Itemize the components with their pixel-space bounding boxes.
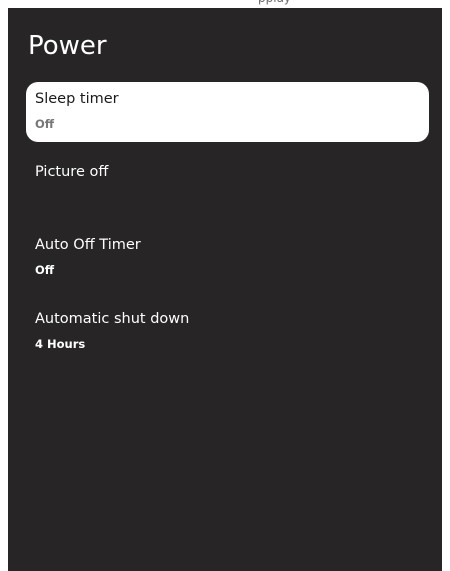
menu-item-sleep-timer[interactable]: Sleep timer Off <box>26 82 429 142</box>
menu-item-value: 4 Hours <box>35 337 86 351</box>
clipped-status-text: pplay <box>258 0 291 5</box>
menu-item-label: Sleep timer <box>35 91 119 107</box>
menu-item-automatic-shut-down[interactable]: Automatic shut down 4 Hours <box>26 302 429 358</box>
page-title: Power <box>28 31 107 61</box>
menu-item-label: Picture off <box>35 164 109 180</box>
top-status-strip: pplay <box>0 0 450 8</box>
menu-item-picture-off[interactable]: Picture off <box>26 155 429 199</box>
menu-item-value: Off <box>35 117 55 131</box>
menu-item-value: Off <box>35 263 55 277</box>
menu-item-label: Auto Off Timer <box>35 237 141 253</box>
menu-item-auto-off-timer[interactable]: Auto Off Timer Off <box>26 228 429 284</box>
menu-item-label: Automatic shut down <box>35 311 190 327</box>
